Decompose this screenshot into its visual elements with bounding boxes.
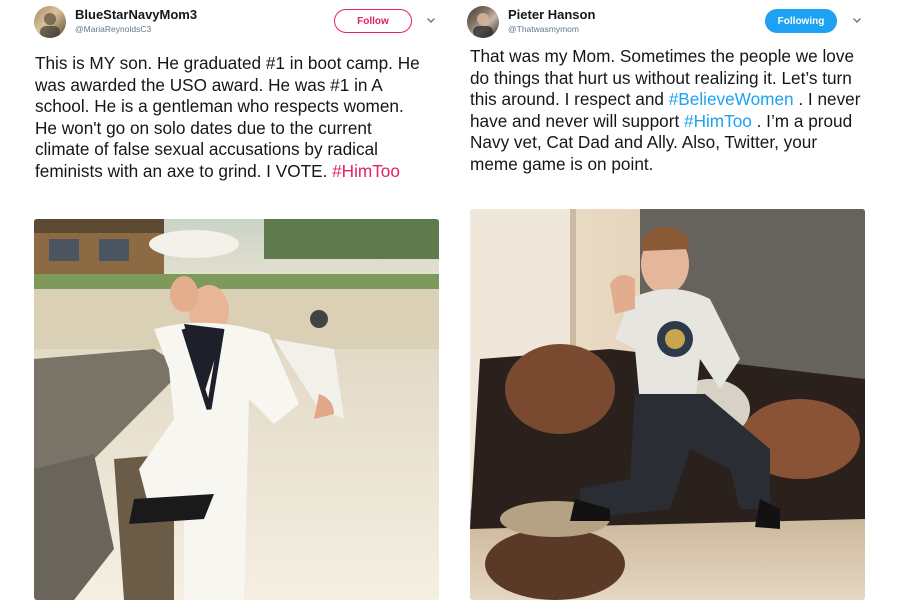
following-button[interactable]: Following <box>765 9 837 33</box>
chevron-down-icon[interactable] <box>425 14 437 26</box>
user-handle[interactable]: @Thatwasmymom <box>508 23 595 35</box>
hashtag-link[interactable]: #HimToo <box>684 111 752 131</box>
tweet-text: This is MY son. He graduated #1 in boot … <box>35 53 430 183</box>
tweet-text: That was my Mom. Sometimes the people we… <box>470 46 865 176</box>
display-name[interactable]: Pieter Hanson <box>508 7 595 23</box>
tweet-card-left: BlueStarNavyMom3 @MariaReynoldsC3 Follow… <box>0 0 450 600</box>
avatar[interactable] <box>467 6 499 38</box>
hashtag-link[interactable]: #BelieveWomen <box>669 89 794 109</box>
author-info: BlueStarNavyMom3 @MariaReynoldsC3 <box>75 7 197 35</box>
chevron-down-icon[interactable] <box>851 14 863 26</box>
follow-button[interactable]: Follow <box>334 9 412 33</box>
tweet-photo[interactable] <box>470 209 865 600</box>
hashtag-link[interactable]: #HimToo <box>332 161 400 181</box>
tweet-photo[interactable] <box>34 219 439 600</box>
user-handle[interactable]: @MariaReynoldsC3 <box>75 23 197 35</box>
author-info: Pieter Hanson @Thatwasmymom <box>508 7 595 35</box>
display-name[interactable]: BlueStarNavyMom3 <box>75 7 197 23</box>
tweet-card-right: Pieter Hanson @Thatwasmymom Following Th… <box>450 0 900 600</box>
avatar[interactable] <box>34 6 66 38</box>
